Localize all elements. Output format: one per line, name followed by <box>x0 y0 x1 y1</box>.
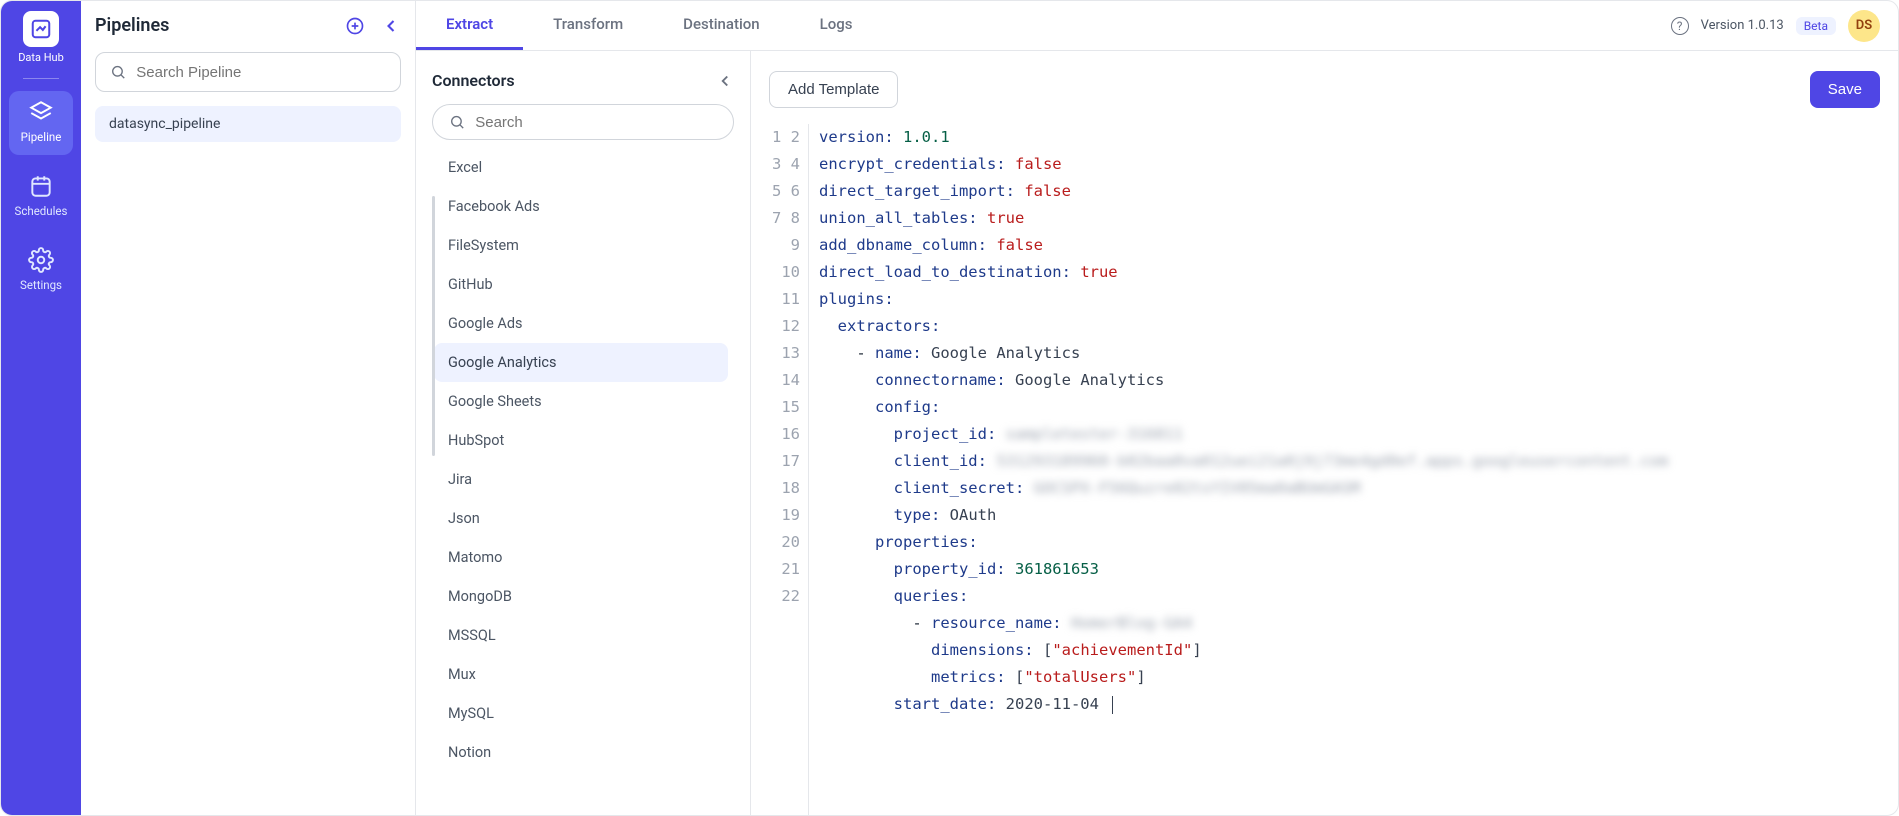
connector-item[interactable]: MySQL <box>434 694 728 733</box>
nav-item-schedules[interactable]: Schedules <box>9 165 73 229</box>
connector-item[interactable]: Notion <box>434 733 728 772</box>
connector-item[interactable]: Excel <box>434 148 728 187</box>
topbar: Extract Transform Destination Logs ? Ver… <box>416 1 1898 51</box>
line-gutter: 1 2 3 4 5 6 7 8 9 10 11 12 13 14 15 16 1… <box>769 124 809 815</box>
pipeline-search[interactable] <box>95 52 401 92</box>
connector-item[interactable]: Jira <box>434 460 728 499</box>
pipelines-panel: Pipelines datasync_pipeline <box>81 1 416 815</box>
nav-item-pipeline[interactable]: Pipeline <box>9 91 73 155</box>
tab-destination[interactable]: Destination <box>653 1 789 50</box>
gear-icon <box>28 247 54 273</box>
version-label: Version 1.0.13 <box>1701 18 1784 33</box>
connectors-list[interactable]: ExcelFacebook AdsFileSystemGitHubGoogle … <box>432 148 734 815</box>
nav-item-label: Schedules <box>15 204 68 218</box>
search-icon <box>110 63 126 81</box>
connector-item[interactable]: FileSystem <box>434 226 728 265</box>
connector-item[interactable]: Facebook Ads <box>434 187 728 226</box>
connector-item[interactable]: Google Sheets <box>434 382 728 421</box>
connector-item[interactable]: Json <box>434 499 728 538</box>
save-button[interactable]: Save <box>1810 71 1880 108</box>
connector-item[interactable]: HubSpot <box>434 421 728 460</box>
connector-item[interactable]: GitHub <box>434 265 728 304</box>
connector-item[interactable]: MSSQL <box>434 616 728 655</box>
calendar-icon <box>28 173 54 199</box>
add-pipeline-button[interactable] <box>345 16 365 36</box>
connector-item[interactable]: MongoDB <box>434 577 728 616</box>
chevron-left-icon <box>716 72 734 90</box>
pipeline-item[interactable]: datasync_pipeline <box>95 106 401 142</box>
tab-logs[interactable]: Logs <box>790 1 883 50</box>
user-avatar[interactable]: DS <box>1848 10 1880 42</box>
connector-item[interactable]: Google Ads <box>434 304 728 343</box>
nav-item-settings[interactable]: Settings <box>9 239 73 303</box>
main-area: Extract Transform Destination Logs ? Ver… <box>416 1 1898 815</box>
connector-search[interactable] <box>432 104 734 140</box>
code-content[interactable]: version: 1.0.1 encrypt_credentials: fals… <box>809 124 1880 815</box>
nav-item-label: Settings <box>20 278 62 292</box>
connectors-panel: Connectors ExcelFacebook AdsFileSystemGi… <box>416 51 751 815</box>
connector-item[interactable]: Google Analytics <box>434 343 728 382</box>
nav-item-label: Pipeline <box>21 130 62 144</box>
connectors-title: Connectors <box>432 71 515 90</box>
search-icon <box>449 113 465 131</box>
collapse-pipelines-button[interactable] <box>381 16 401 36</box>
connector-item[interactable]: Matomo <box>434 538 728 577</box>
nav-rail: Data Hub Pipeline Schedules Settings <box>1 1 81 815</box>
tabs: Extract Transform Destination Logs <box>416 1 882 50</box>
brand-name: Data Hub <box>18 51 64 64</box>
tab-extract[interactable]: Extract <box>416 1 523 50</box>
help-button[interactable]: ? <box>1671 17 1689 35</box>
editor-panel: Add Template Save 1 2 3 4 5 6 7 8 9 10 1… <box>751 51 1898 815</box>
connector-search-input[interactable] <box>475 114 717 131</box>
chevron-left-icon <box>381 16 401 36</box>
brand-logo[interactable] <box>23 11 59 47</box>
layers-icon <box>28 99 54 125</box>
connector-item[interactable]: Mux <box>434 655 728 694</box>
code-editor[interactable]: 1 2 3 4 5 6 7 8 9 10 11 12 13 14 15 16 1… <box>769 124 1880 815</box>
nav-divider <box>23 78 59 79</box>
add-template-button[interactable]: Add Template <box>769 71 898 108</box>
pipelines-title: Pipelines <box>95 15 169 36</box>
tab-transform[interactable]: Transform <box>523 1 653 50</box>
collapse-connectors-button[interactable] <box>716 72 734 90</box>
plus-circle-icon <box>345 16 365 36</box>
beta-badge: Beta <box>1796 17 1836 35</box>
pipeline-search-input[interactable] <box>136 64 386 81</box>
